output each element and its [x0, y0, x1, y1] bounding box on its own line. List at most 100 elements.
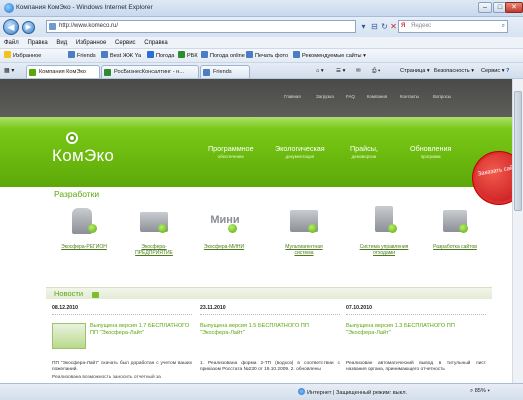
bookmark-icon — [147, 51, 154, 58]
fav-suggested[interactable]: Рекомендуемые сайты ▾ — [293, 51, 366, 61]
hero-nav-prices[interactable]: Прайсы, демоверсии — [350, 144, 378, 159]
product-mini[interactable]: Мини Экосфера-МИНИ — [197, 202, 251, 250]
scroll-thumb[interactable] — [514, 91, 522, 211]
menu-file[interactable]: Файл — [4, 37, 19, 49]
print-icon[interactable]: ⎙ ▾ — [372, 66, 380, 76]
zone-text: Интернет | Защищенный режим: выкл. — [307, 390, 408, 396]
address-row: ◀ ▶ http://www.komeco.ru/ ▾ ⊟ ↻ ✕ Я Янде… — [0, 17, 523, 37]
status-bar: Интернет | Защищенный режим: выкл. ⌕ 85%… — [0, 383, 523, 400]
developments-heading: Разработки — [54, 189, 100, 199]
fav-best[interactable]: Best ЖЖ Ya — [101, 51, 141, 61]
news-date: 23.11.2010 — [200, 305, 226, 311]
vertical-scrollbar[interactable] — [512, 79, 523, 383]
bookmark-icon — [293, 51, 300, 58]
tab-favicon-icon — [29, 69, 36, 76]
menu-help[interactable]: Справка — [144, 37, 168, 49]
security-zone: Интернет | Защищенный режим: выкл. — [298, 388, 407, 396]
tab-bar: ▦ ▾ Компания КомЭко РосБизнесКонсалтинг … — [0, 63, 523, 79]
tab-friends[interactable]: Friends — [200, 65, 250, 78]
nav-downloads[interactable]: Загрузка — [316, 94, 334, 99]
forward-button[interactable]: ▶ — [22, 21, 35, 34]
title-bar: Компания КомЭко - Windows Internet Explo… — [0, 0, 523, 17]
search-icon[interactable]: ⌕ — [502, 21, 505, 32]
ie-logo-icon — [4, 3, 14, 13]
help-icon[interactable]: ? — [506, 66, 509, 76]
close-button[interactable]: ✕ — [505, 2, 523, 13]
fav-label: РБК — [187, 53, 198, 59]
product-waste[interactable]: Система управления отходами — [357, 202, 411, 256]
fav-weather[interactable]: Погода — [147, 51, 174, 61]
favorites-button[interactable]: Избранное — [4, 51, 41, 61]
address-bar[interactable]: http://www.komeco.ru/ — [46, 20, 356, 33]
hero-nav-title: Прайсы, — [350, 144, 378, 153]
news-item: 08.12.2010 Выпущена версия 1.7 БЕСПЛАТНО… — [52, 305, 192, 380]
tab-label: Friends — [213, 69, 232, 75]
product-region[interactable]: Экосфера-РЕГИОН — [57, 202, 111, 250]
tab-komeco[interactable]: Компания КомЭко — [26, 65, 100, 78]
product-multiagent[interactable]: Мультиагентная система — [277, 202, 331, 256]
product-sites[interactable]: Разработка сайтов — [428, 202, 482, 250]
home-icon[interactable]: ⌂ ▾ — [316, 66, 324, 76]
hero-nav-software[interactable]: Программное обеспечение — [208, 144, 254, 159]
dropdown-icon[interactable]: ▾ — [358, 21, 369, 32]
news-item: 07.10.2010 Выпущена версия 1.3 БЕСПЛАТНО… — [346, 305, 486, 372]
zoom-control[interactable]: ⌕ 85% ▾ — [470, 388, 490, 395]
rss-icon[interactable] — [92, 292, 99, 298]
fav-weather-online[interactable]: Погода online — [201, 51, 245, 61]
menu-favorites[interactable]: Избранное — [76, 37, 106, 49]
fav-rbc[interactable]: РБК — [178, 51, 198, 61]
hero-nav-title: Программное — [208, 144, 254, 153]
site-logo[interactable]: КомЭко — [52, 146, 114, 166]
search-input[interactable]: Я Яндекс ⌕ — [398, 20, 508, 33]
minimize-button[interactable]: – — [478, 2, 492, 13]
page-menu[interactable]: Страница ▾ — [400, 66, 430, 76]
feeds-icon[interactable]: ☰ ▾ — [336, 66, 345, 76]
product-enterprise[interactable]: Экосфера-ПРЕДПРИЯТИЕ — [127, 202, 181, 256]
tools-menu[interactable]: Сервис ▾ — [481, 66, 505, 76]
hero-nav-docs[interactable]: Экологическая документация — [275, 144, 325, 159]
hero-nav-sub: демоверсии — [351, 154, 377, 159]
fav-friends[interactable]: Friends — [68, 51, 96, 61]
mail-icon[interactable]: ✉ — [356, 66, 361, 76]
fav-label: Best ЖЖ Ya — [110, 53, 142, 59]
site-top-nav: Главная Загрузка FAQ Компания Контакты В… — [0, 79, 512, 117]
nav-home[interactable]: Главная — [284, 94, 301, 99]
site-header-banner: КомЭко Программное обеспечение Экологичес… — [0, 117, 512, 187]
fav-label: Рекомендуемые сайты ▾ — [302, 53, 366, 59]
menu-view[interactable]: Вид — [56, 37, 67, 49]
web-content: Главная Загрузка FAQ Компания Контакты В… — [0, 79, 512, 383]
menu-bar: Файл Правка Вид Избранное Сервис Справка — [0, 37, 523, 49]
zoom-level: 85% — [474, 388, 486, 394]
product-image: Мини — [206, 202, 242, 238]
nav-questions[interactable]: Вопросы — [433, 94, 451, 99]
news-date: 08.12.2010 — [52, 305, 78, 311]
nav-company[interactable]: Компания — [367, 94, 387, 99]
menu-edit[interactable]: Правка — [27, 37, 47, 49]
security-menu[interactable]: Безопасность ▾ — [434, 66, 474, 76]
logo-mark-icon — [66, 132, 78, 144]
fav-print[interactable]: Печать фото — [246, 51, 288, 61]
news-thumbnail[interactable] — [52, 323, 86, 349]
news-body: ПП "Экосфера-Лайт" скачать был доработан… — [52, 361, 192, 372]
fav-label: Погода online — [210, 53, 245, 59]
news-headline[interactable]: Выпущена версия 1.7 БЕСПЛАТНОГО ПП "Экос… — [90, 323, 190, 336]
menu-tools[interactable]: Сервис — [115, 37, 136, 49]
product-label: Экосфера-ПРЕДПРИЯТИЕ — [135, 244, 173, 256]
bookmark-icon — [201, 51, 208, 58]
site-favicon-icon — [49, 23, 56, 30]
tab-label: РосБизнесКонсалтинг - н... — [114, 69, 184, 75]
product-label: Экосфера-МИНИ — [203, 244, 245, 250]
hero-nav-updates[interactable]: Обновления программ — [410, 144, 451, 159]
back-button[interactable]: ◀ — [3, 19, 19, 35]
quick-tabs-icon[interactable]: ▦ ▾ — [4, 67, 14, 74]
nav-contacts[interactable]: Контакты — [400, 94, 419, 99]
news-body: 1. Реализована форма 2-ТП (водхоз) в соо… — [200, 361, 340, 372]
favorites-label: Избранное — [13, 53, 42, 59]
hero-nav-sub: обеспечение — [217, 154, 244, 159]
product-label: Экосфера-РЕГИОН — [61, 244, 107, 250]
news-headline[interactable]: Выпущена версия 1.5 БЕСПЛАТНОГО ПП "Экос… — [200, 323, 330, 336]
hero-nav-title: Обновления — [410, 144, 452, 153]
nav-faq[interactable]: FAQ — [346, 94, 355, 99]
tab-rbc[interactable]: РосБизнесКонсалтинг - н... — [101, 65, 199, 78]
news-headline[interactable]: Выпущена версия 1.3 БЕСПЛАТНОГО ПП "Экос… — [346, 323, 476, 336]
